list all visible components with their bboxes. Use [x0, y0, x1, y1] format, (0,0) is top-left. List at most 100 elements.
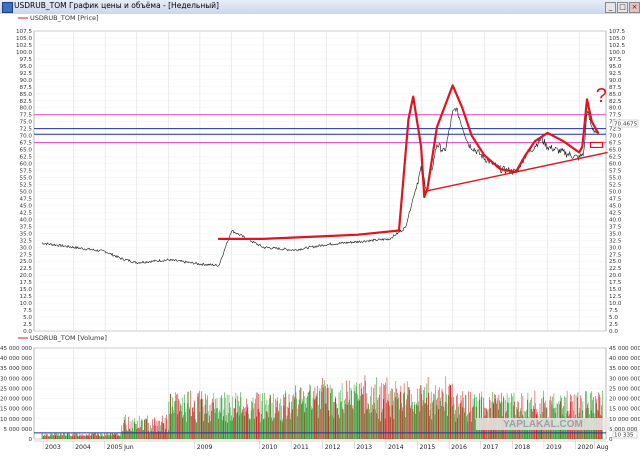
volume-legend-label: USDRUB_TOM [Volume]	[30, 334, 107, 342]
price-tick-label: 22.5	[609, 266, 622, 272]
price-tick-label: 90.0	[20, 78, 33, 84]
price-tick-label: 37.5	[609, 224, 622, 230]
price-tick-label: 102.5	[16, 43, 32, 49]
price-tick-label: 85.0	[609, 92, 622, 98]
time-tick-label: Jun	[123, 444, 134, 451]
price-tick-label: 65.0	[20, 148, 33, 154]
maximize-button[interactable]: □	[617, 2, 628, 13]
price-tick-label: 107.5	[609, 29, 625, 35]
current-volume-label: 10 335	[614, 433, 634, 439]
volume-tick-label: 35 000 000	[609, 366, 640, 372]
price-tick-label: 72.5	[20, 127, 33, 133]
time-tick-label: 2004	[75, 444, 91, 451]
time-tick-label: 2018	[514, 444, 530, 451]
price-tick-label: 10.0	[20, 301, 33, 307]
price-tick-label: 45.0	[609, 203, 622, 209]
time-tick-label: 2019	[546, 444, 562, 451]
volume-tick-label: 15 000 000	[609, 407, 640, 413]
price-tick-label: 87.5	[609, 85, 622, 91]
time-tick-label: 2003	[45, 444, 61, 451]
price-tick-label: 80.0	[609, 106, 622, 112]
price-tick-label: 62.5	[20, 155, 33, 161]
volume-tick-label: 25 000 000	[609, 386, 640, 392]
volume-tick-label: 40 000 000	[0, 356, 32, 362]
price-tick-label: 82.5	[609, 99, 622, 105]
volume-tick-label: 40 000 000	[609, 356, 640, 362]
price-tick-label: 27.5	[20, 252, 33, 258]
price-tick-label: 2.5	[23, 322, 32, 328]
price-tick-label: 67.5	[20, 141, 33, 147]
volume-tick-label: 45 000 000	[609, 346, 640, 352]
price-tick-label: 27.5	[609, 252, 622, 258]
price-tick-label: 15.0	[20, 287, 33, 293]
time-tick-label: 2015	[420, 444, 436, 451]
price-tick-label: 57.5	[609, 169, 622, 175]
volume-axis-right: 05 000 00010 000 00015 000 00020 000 000…	[609, 346, 640, 443]
price-tick-label: 15.0	[609, 287, 622, 293]
price-tick-label: 47.5	[609, 196, 622, 202]
price-tick-label: 40.0	[609, 217, 622, 223]
price-tick-label: 40.0	[20, 217, 33, 223]
price-chart[interactable]: 0.02.55.07.510.012.515.017.520.022.525.0…	[0, 14, 640, 334]
price-tick-label: 97.5	[20, 57, 33, 63]
volume-axis-left: 0 5 000 000 10 000 000 15 000 000 20 000 000…	[0, 346, 32, 443]
price-tick-label: 45.0	[20, 203, 33, 209]
chart-window-icon	[2, 2, 13, 13]
price-tick-label: 5.0	[23, 315, 32, 321]
price-tick-label: 2.5	[609, 322, 618, 328]
time-tick-label: 2013	[356, 444, 372, 451]
question-mark-annotation: ?	[596, 85, 607, 107]
price-tick-label: 60.0	[20, 162, 33, 168]
price-tick-label: 37.5	[20, 224, 33, 230]
volume-chart[interactable]: 0 5 000 000 10 000 000 15 000 000 20 000 000…	[0, 334, 640, 457]
price-grid	[33, 30, 607, 332]
price-tick-label: 25.0	[609, 259, 622, 265]
price-tick-label: 22.5	[20, 266, 33, 272]
price-tick-label: 105.0	[609, 36, 625, 42]
window-title: USDRUB_TOM График цены и объёма - [Недел…	[14, 1, 219, 10]
volume-tick-label: 45 000 000	[0, 346, 32, 352]
chart-area[interactable]: 0.0 2.5 5.0 7.5 10.0 12.5 15.0 17.5 20.0 22.5 25.0…	[0, 14, 640, 457]
close-button[interactable]: ×	[629, 2, 640, 13]
volume-tick-label: 25 000 000	[0, 386, 32, 392]
price-tick-label: 7.5	[609, 308, 618, 314]
price-tick-label: 32.5	[609, 238, 622, 244]
price-tick-label: 92.5	[609, 71, 622, 77]
volume-tick-label: 20 000 000	[609, 397, 640, 403]
price-tick-label: 32.5	[20, 238, 33, 244]
price-tick-label: 107.5	[16, 29, 32, 35]
time-axis: 2003 2004 2005 Jun 2009 2010 2011 2012 2013 2014 2…	[34, 440, 609, 451]
price-tick-label: 12.5	[609, 294, 622, 300]
price-axis-left: 0.02.55.07.510.012.515.017.520.022.525.0…	[16, 29, 32, 334]
price-tick-label: 87.5	[20, 85, 33, 91]
price-tick-label: 65.0	[609, 148, 622, 154]
price-tick-label: 5.0	[609, 315, 618, 321]
price-tick-label: 17.5	[609, 280, 622, 286]
time-tick-label: 2017	[483, 444, 499, 451]
time-tick-label: 2005	[107, 444, 123, 451]
price-tick-label: 60.0	[609, 162, 622, 168]
price-tick-label: 67.5	[609, 141, 622, 147]
price-tick-label: 30.0	[609, 245, 622, 251]
price-tick-label: 85.0	[20, 92, 33, 98]
time-tick-label: 2014	[388, 444, 404, 451]
price-tick-label: 42.5	[609, 210, 622, 216]
price-tick-label: 100.0	[16, 50, 32, 56]
window-titlebar[interactable]: USDRUB_TOM График цены и объёма - [Недел…	[0, 0, 640, 15]
time-tick-label: 2011	[293, 444, 309, 451]
time-tick-label: 2010	[262, 444, 278, 451]
price-tick-label: 50.0	[609, 189, 622, 195]
volume-tick-label: 30 000 000	[609, 376, 640, 382]
price-tick-label: 55.0	[609, 176, 622, 182]
minimize-button[interactable]: _	[605, 2, 616, 13]
price-tick-label: 47.5	[20, 196, 33, 202]
price-tick-label: 97.5	[609, 57, 622, 63]
price-tick-label: 75.0	[20, 120, 33, 126]
price-tick-label: 95.0	[609, 64, 622, 70]
price-tick-label: 70.0	[609, 134, 622, 140]
volume-tick-label: 0	[28, 437, 32, 443]
price-tick-label: 105.0	[16, 36, 32, 42]
price-axis-right: 0.02.55.07.510.012.515.017.520.022.525.0…	[609, 29, 625, 334]
price-tick-label: 102.5	[609, 43, 625, 49]
price-tick-label: 50.0	[20, 189, 33, 195]
